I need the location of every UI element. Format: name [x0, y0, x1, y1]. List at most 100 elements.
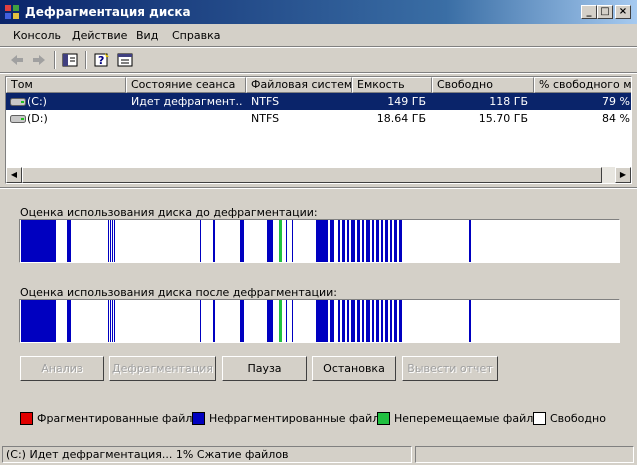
- pane-splitter[interactable]: [0, 187, 637, 189]
- after-map-contiguous-cluster: [347, 300, 349, 342]
- scroll-left-button[interactable]: ◀: [6, 167, 22, 183]
- close-button[interactable]: ×: [615, 5, 631, 19]
- after-map-contiguous-cluster: [362, 300, 364, 342]
- volume-row-c[interactable]: (C:) Идет дефрагмент... NTFS 149 ГБ 118 …: [6, 93, 631, 110]
- scroll-thumb[interactable]: [22, 167, 602, 183]
- after-map-contiguous-cluster: [342, 300, 345, 342]
- before-map-contiguous-cluster: [366, 220, 370, 262]
- percent-free: 84 %: [602, 112, 630, 125]
- after-map-contiguous-cluster: [110, 300, 111, 342]
- after-map-contiguous-cluster: [108, 300, 109, 342]
- before-map-contiguous-cluster: [286, 220, 287, 262]
- menu-view[interactable]: Вид: [136, 29, 158, 42]
- menu-console[interactable]: Консоль: [13, 29, 61, 42]
- after-map-contiguous-cluster: [21, 300, 56, 342]
- after-map-contiguous-cluster: [267, 300, 273, 342]
- after-map-contiguous-cluster: [330, 300, 334, 342]
- before-usage-map: [19, 219, 620, 263]
- menu-help[interactable]: Справка: [172, 29, 220, 42]
- after-map-contiguous-cluster: [114, 300, 115, 342]
- file-system: NTFS: [251, 112, 280, 125]
- volume-row-d[interactable]: (D:) NTFS 18.64 ГБ 15.70 ГБ 84 %: [6, 110, 631, 127]
- column-header-percent-free[interactable]: % свободного мес: [534, 77, 631, 93]
- title-bar[interactable]: Дефрагментация диска _ □ ×: [0, 0, 637, 24]
- hard-drive-icon: [10, 115, 26, 123]
- before-map-contiguous-cluster: [376, 220, 379, 262]
- analyze-button[interactable]: Анализ: [20, 356, 104, 381]
- after-map-contiguous-cluster: [469, 300, 471, 342]
- after-map-contiguous-cluster: [240, 300, 244, 342]
- before-map-contiguous-cluster: [390, 220, 392, 262]
- close-icon: ×: [618, 6, 628, 17]
- after-map-contiguous-cluster: [67, 300, 71, 342]
- session-status: Идет дефрагмент...: [131, 95, 243, 108]
- defrag-window: Дефрагментация диска _ □ × Консоль Дейст…: [0, 0, 637, 465]
- before-map-contiguous-cluster: [240, 220, 244, 262]
- before-map-contiguous-cluster: [357, 220, 360, 262]
- defragment-button[interactable]: Дефрагментация: [109, 356, 216, 381]
- before-usage-map-graphic: [21, 220, 471, 262]
- capacity: 149 ГБ: [387, 95, 426, 108]
- after-map-contiguous-cluster: [351, 300, 355, 342]
- after-map-contiguous-cluster: [385, 300, 388, 342]
- properties-icon[interactable]: [116, 51, 134, 69]
- after-map-contiguous-cluster: [338, 300, 340, 342]
- before-map-contiguous-cluster: [267, 220, 273, 262]
- before-map-contiguous-cluster: [67, 220, 71, 262]
- view-report-button[interactable]: Вывести отчет: [402, 356, 498, 381]
- volume-name: (D:): [27, 112, 48, 125]
- after-map-contiguous-cluster: [372, 300, 374, 342]
- before-map-contiguous-cluster: [347, 220, 349, 262]
- column-header-status[interactable]: Состояние сеанса: [126, 77, 246, 93]
- before-map-contiguous-cluster: [316, 220, 328, 262]
- after-analysis-label: Оценка использования диска после дефрагм…: [20, 286, 338, 299]
- column-header-capacity[interactable]: Емкость: [352, 77, 432, 93]
- after-map-contiguous-cluster: [381, 300, 383, 342]
- pause-button[interactable]: Пауза: [222, 356, 307, 381]
- before-map-contiguous-cluster: [114, 220, 115, 262]
- after-map-contiguous-cluster: [316, 300, 328, 342]
- hard-drive-icon: [10, 98, 26, 106]
- after-map-contiguous-cluster: [390, 300, 392, 342]
- toolbar-separator: [85, 51, 87, 69]
- scroll-right-icon: ▶: [619, 170, 627, 179]
- before-map-contiguous-cluster: [110, 220, 111, 262]
- after-map-contiguous-cluster: [394, 300, 397, 342]
- before-map-contiguous-cluster: [330, 220, 334, 262]
- before-map-contiguous-cluster: [351, 220, 355, 262]
- legend-contiguous-swatch: [192, 412, 205, 425]
- forward-arrow-icon[interactable]: [30, 51, 48, 69]
- after-map-contiguous-cluster: [200, 300, 201, 342]
- help-icon[interactable]: ?: [93, 51, 111, 69]
- scroll-right-button[interactable]: ▶: [615, 167, 631, 183]
- column-header-free[interactable]: Свободно: [432, 77, 534, 93]
- stop-button[interactable]: Остановка: [312, 356, 396, 381]
- after-map-contiguous-cluster: [376, 300, 379, 342]
- column-header-volume[interactable]: Том: [6, 77, 126, 93]
- maximize-button[interactable]: □: [597, 5, 613, 19]
- after-map-contiguous-cluster: [213, 300, 215, 342]
- minimize-button[interactable]: _: [581, 5, 597, 19]
- legend-unmovable-swatch: [377, 412, 390, 425]
- before-analysis-label: Оценка использования диска до дефрагмент…: [20, 206, 318, 219]
- legend-fragmented-label: Фрагментированные файлы: [37, 412, 202, 425]
- menu-bar: Консоль Действие Вид Справка: [0, 25, 637, 45]
- menu-action[interactable]: Действие: [72, 29, 127, 42]
- after-map-contiguous-cluster: [399, 300, 402, 342]
- horizontal-scrollbar[interactable]: ◀ ▶: [6, 167, 631, 183]
- window-title: Дефрагментация диска: [25, 5, 191, 19]
- after-map-unmovable-cluster: [279, 300, 282, 342]
- defrag-app-icon: [5, 5, 19, 19]
- column-header-filesystem[interactable]: Файловая система: [246, 77, 352, 93]
- back-arrow-icon[interactable]: [8, 51, 26, 69]
- maximize-icon: □: [600, 6, 610, 17]
- volume-name: (C:): [27, 95, 47, 108]
- legend-free-label: Свободно: [550, 412, 606, 425]
- before-map-contiguous-cluster: [394, 220, 397, 262]
- before-map-contiguous-cluster: [381, 220, 383, 262]
- after-map-contiguous-cluster: [112, 300, 113, 342]
- show-hide-tree-icon[interactable]: [61, 51, 79, 69]
- before-map-contiguous-cluster: [112, 220, 113, 262]
- after-map-contiguous-cluster: [286, 300, 287, 342]
- before-map-contiguous-cluster: [338, 220, 340, 262]
